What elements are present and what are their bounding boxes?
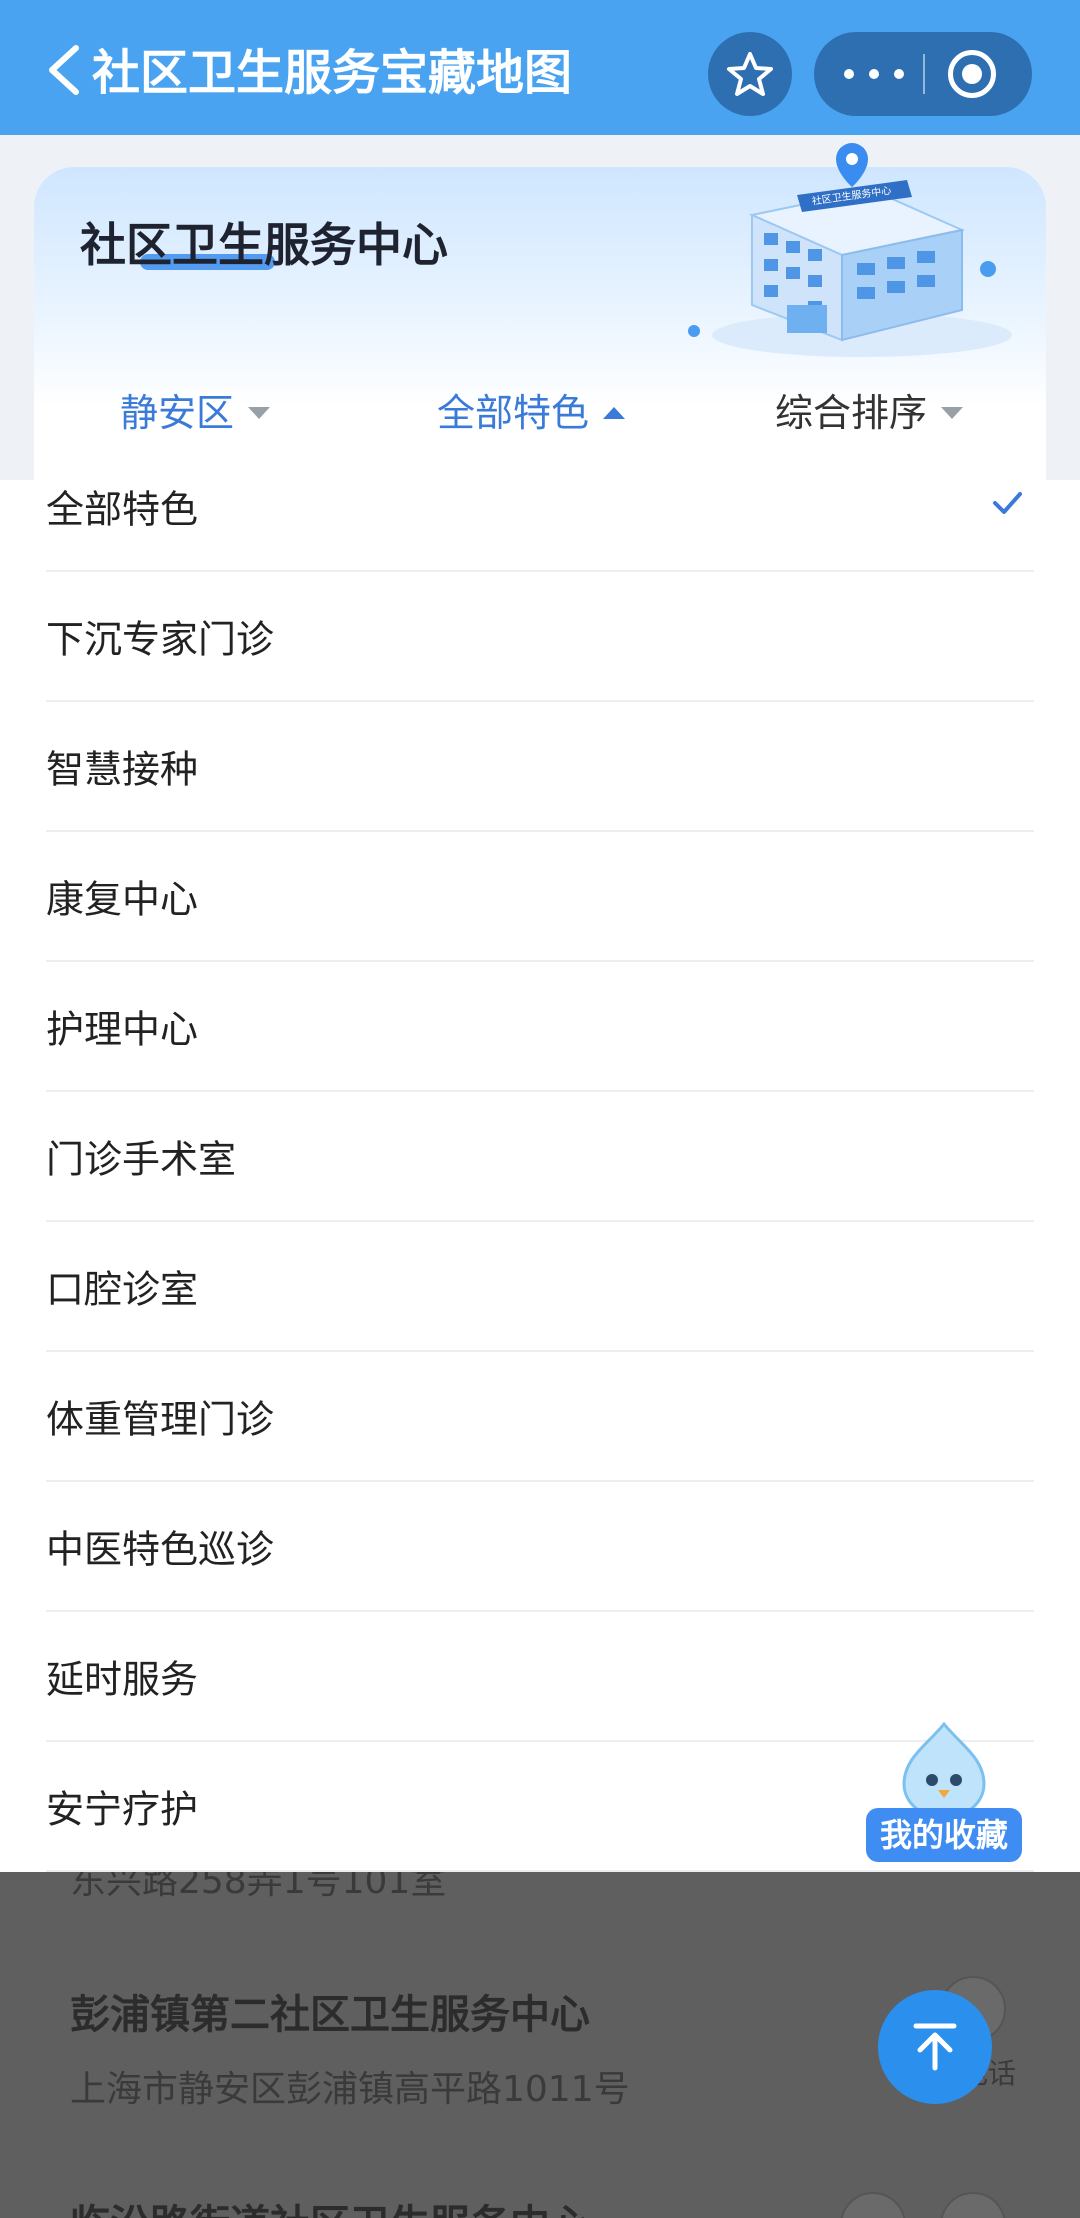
- center-address: 上海市静安区彭浦镇高平路1011号: [70, 2069, 630, 2110]
- my-favorites-button[interactable]: 我的收藏: [866, 1722, 1022, 1872]
- back-to-top-button[interactable]: [878, 1990, 992, 2104]
- option-label: 延时服务: [46, 1657, 199, 1702]
- mini-program-capsule: [814, 32, 1032, 116]
- phone-icon: [840, 2192, 906, 2218]
- caret-down-icon: [248, 407, 271, 419]
- filter-feature[interactable]: 全部特色: [437, 378, 626, 448]
- chevron-left-icon[interactable]: [40, 40, 88, 100]
- filter-sort-label: 综合排序: [775, 391, 928, 435]
- favorite-button[interactable]: [708, 32, 792, 116]
- dropdown-option[interactable]: 下沉专家门诊: [46, 572, 1034, 702]
- navigate-icon: [940, 2192, 1006, 2218]
- dropdown-option[interactable]: 护理中心: [46, 962, 1034, 1092]
- app-bar: 社区卫生服务宝藏地图: [0, 0, 1080, 135]
- filter-sort[interactable]: 综合排序: [775, 378, 964, 448]
- filter-feature-label: 全部特色: [437, 391, 590, 435]
- option-label: 智慧接种: [46, 747, 199, 792]
- partial-address: 东兴路258弄1号101室: [70, 1872, 447, 1902]
- app-title: 社区卫生服务宝藏地图: [92, 45, 573, 101]
- favorites-label: 我的收藏: [866, 1808, 1022, 1862]
- dropdown-option-all[interactable]: 全部特色: [46, 480, 1034, 572]
- dropdown-option[interactable]: 口腔诊室: [46, 1222, 1034, 1352]
- option-label: 口腔诊室: [46, 1267, 199, 1312]
- mascot-icon: [902, 1722, 986, 1818]
- option-label: 中医特色巡诊: [46, 1527, 275, 1572]
- dropdown-option[interactable]: 门诊手术室: [46, 1092, 1034, 1222]
- dropdown-option[interactable]: 体重管理门诊: [46, 1352, 1034, 1482]
- star-icon: [727, 52, 773, 96]
- dropdown-option[interactable]: 康复中心: [46, 832, 1034, 962]
- option-label: 全部特色: [46, 487, 199, 532]
- more-dots-icon[interactable]: [844, 32, 904, 116]
- banner-title: 社区卫生服务中心: [80, 218, 448, 272]
- check-icon: [993, 492, 1022, 514]
- option-label: 体重管理门诊: [46, 1397, 275, 1442]
- option-label: 安宁疗护: [46, 1787, 199, 1832]
- caret-down-icon: [941, 407, 964, 419]
- filter-district[interactable]: 静安区: [120, 378, 271, 448]
- target-circle-icon[interactable]: [948, 50, 996, 98]
- building-illustration-icon: 社区卫生服务中心: [688, 143, 1012, 357]
- dropdown-option[interactable]: 中医特色巡诊: [46, 1482, 1034, 1612]
- filter-district-label: 静安区: [120, 391, 235, 435]
- dropdown-option[interactable]: 智慧接种: [46, 702, 1034, 832]
- option-label: 门诊手术室: [46, 1137, 237, 1182]
- option-label: 护理中心: [46, 1007, 199, 1052]
- center-name: 彭浦镇第二社区卫生服务中心: [70, 1992, 590, 2038]
- option-label: 康复中心: [46, 877, 199, 922]
- arrow-up-icon: [913, 2023, 957, 2071]
- center-name: 临汾路街道社区卫生服务中心: [70, 2192, 590, 2218]
- caret-up-icon: [603, 407, 626, 419]
- option-label: 下沉专家门诊: [46, 617, 275, 662]
- capsule-divider: [923, 54, 925, 94]
- feature-dropdown-panel: 全部特色 下沉专家门诊 智慧接种 康复中心 护理中心 门诊手术室 口腔诊室 体重…: [0, 480, 1080, 1872]
